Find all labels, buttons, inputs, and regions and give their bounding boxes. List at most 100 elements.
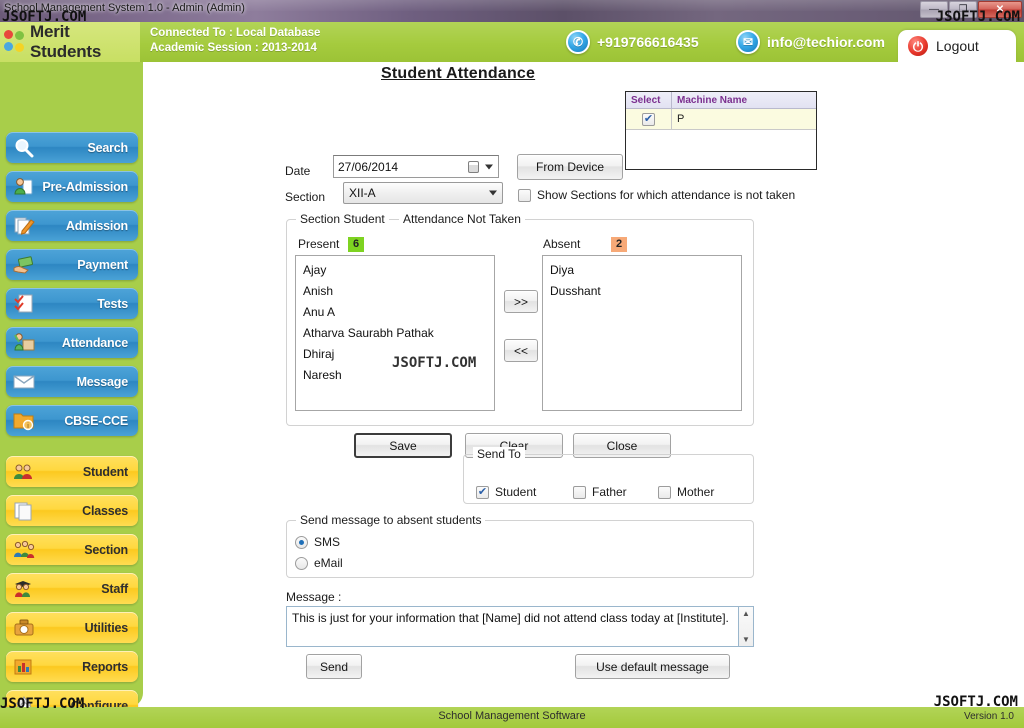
date-picker[interactable] — [333, 155, 499, 178]
group-icon — [11, 537, 37, 562]
show-sections-checkbox-row[interactable]: Show Sections for which attendance is no… — [518, 188, 795, 202]
sidebar-item-search[interactable]: Search — [6, 132, 138, 163]
checklist-icon — [11, 291, 37, 316]
date-label: Date — [285, 164, 311, 178]
sidebar-item-staff[interactable]: Staff — [6, 573, 138, 604]
sidebar-item-label: Section — [84, 542, 128, 557]
sms-radio-row[interactable]: SMS — [295, 535, 340, 549]
send-to-father-checkbox[interactable] — [573, 485, 586, 499]
present-label: Present — [298, 237, 340, 251]
sidebar-nav: Search Pre-Admission Admission Payment T… — [6, 132, 138, 728]
send-to-group-title: Send To — [473, 447, 525, 461]
sidebar-item-reports[interactable]: Reports — [6, 651, 138, 682]
send-to-mother-checkbox[interactable] — [658, 485, 671, 499]
send-to-student-checkbox[interactable]: ✔ — [476, 485, 489, 499]
scroll-up-icon[interactable]: ▲ — [742, 609, 750, 618]
sidebar-item-message[interactable]: Message — [6, 366, 138, 397]
send-to-mother-row[interactable]: Mother — [658, 485, 714, 499]
folder-info-icon: i — [11, 408, 37, 433]
contact-phone[interactable]: ✆ +919766616435 — [566, 30, 699, 54]
academic-session-text: Academic Session : 2013-2014 — [150, 42, 317, 54]
sidebar-item-classes[interactable]: Classes — [6, 495, 138, 526]
staff-icon — [11, 576, 37, 601]
absent-label: Absent — [543, 237, 581, 251]
application-window: School Management System 1.0 - Admin (Ad… — [0, 0, 1024, 728]
table-row[interactable]: ✔ P — [626, 109, 816, 130]
send-button[interactable]: Send — [306, 654, 362, 679]
sidebar-item-section[interactable]: Section — [6, 534, 138, 565]
logout-button[interactable]: ⏻ Logout — [898, 30, 1016, 62]
section-select[interactable]: XII-A — [343, 182, 503, 204]
email-radio-row[interactable]: eMail — [295, 556, 343, 570]
list-item[interactable]: Anu A — [296, 302, 494, 323]
logout-label: Logout — [936, 38, 979, 54]
envelope-icon — [11, 369, 37, 394]
students-icon — [11, 459, 37, 484]
machine-grid: Select Machine Name ✔ P — [625, 91, 817, 170]
phone-icon: ✆ — [566, 30, 590, 54]
sidebar-item-label: Payment — [77, 257, 128, 272]
logo-dots-icon — [4, 30, 26, 54]
sidebar-item-label: Pre-Admission — [42, 179, 128, 194]
scroll-down-icon[interactable]: ▼ — [742, 635, 750, 644]
chevron-down-icon[interactable] — [485, 164, 493, 169]
sidebar-item-tests[interactable]: Tests — [6, 288, 138, 319]
calendar-icon — [468, 160, 479, 173]
logo-text: Merit Students — [30, 22, 102, 61]
list-item[interactable]: Dusshant — [543, 281, 741, 302]
sidebar-item-student[interactable]: Student — [6, 456, 138, 487]
list-item[interactable]: Naresh — [296, 365, 494, 386]
document-pencil-icon — [11, 213, 37, 238]
use-default-message-button[interactable]: Use default message — [575, 654, 730, 679]
sidebar-item-label: Classes — [82, 503, 128, 518]
sidebar: Search Pre-Admission Admission Payment T… — [0, 62, 143, 721]
message-scrollbar[interactable]: ▲ ▼ — [739, 606, 754, 647]
sidebar-item-payment[interactable]: Payment — [6, 249, 138, 280]
sidebar-item-attendance[interactable]: Attendance — [6, 327, 138, 358]
column-header-select: Select — [626, 92, 672, 108]
section-student-group-title: Section Student — [296, 212, 389, 226]
email-address: info@techior.com — [767, 34, 885, 50]
sidebar-item-admission[interactable]: Admission — [6, 210, 138, 241]
show-sections-label: Show Sections for which attendance is no… — [537, 188, 796, 202]
sidebar-item-label: Attendance — [61, 335, 128, 350]
list-item[interactable]: Dhiraj — [296, 344, 494, 365]
list-item[interactable]: Ajay — [296, 260, 494, 281]
minimize-button[interactable]: — — [920, 1, 948, 18]
sidebar-item-pre-admission[interactable]: Pre-Admission — [6, 171, 138, 202]
from-device-button[interactable]: From Device — [517, 154, 623, 180]
send-to-student-label: Student — [495, 485, 537, 499]
maximize-button[interactable]: ❐ — [949, 1, 977, 18]
show-sections-checkbox[interactable] — [518, 188, 531, 202]
list-item[interactable]: Anish — [296, 281, 494, 302]
present-students-list[interactable]: Ajay Anish Anu A Atharva Saurabh Pathak … — [295, 255, 495, 411]
sidebar-item-label: Message — [76, 374, 129, 389]
sidebar-item-label: Search — [87, 140, 129, 155]
pages-icon — [11, 498, 37, 523]
save-button[interactable]: Save — [354, 433, 452, 458]
send-to-student-row[interactable]: ✔ Student — [476, 485, 536, 499]
sidebar-item-cbse-cce[interactable]: i CBSE-CCE — [6, 405, 138, 436]
move-to-present-button[interactable]: << — [504, 339, 538, 362]
sms-radio[interactable] — [295, 535, 308, 549]
sidebar-item-label: Staff — [101, 581, 128, 596]
send-message-group-title: Send message to absent students — [296, 513, 486, 527]
list-item[interactable]: Diya — [543, 260, 741, 281]
absent-count-badge: 2 — [611, 237, 628, 252]
sidebar-item-label: Utilities — [84, 620, 129, 635]
move-to-absent-button[interactable]: >> — [504, 290, 538, 313]
machine-select-cell[interactable]: ✔ — [626, 109, 672, 129]
machine-select-checkbox[interactable]: ✔ — [642, 112, 655, 126]
power-icon: ⏻ — [908, 36, 928, 56]
email-radio[interactable] — [295, 556, 308, 570]
section-dropdown[interactable]: XII-A — [343, 182, 503, 204]
contact-email[interactable]: ✉ info@techior.com — [736, 30, 885, 54]
app-logo: Merit Students — [0, 22, 140, 62]
send-to-father-row[interactable]: Father — [573, 485, 627, 499]
list-item[interactable]: Atharva Saurabh Pathak — [296, 323, 494, 344]
absent-students-list[interactable]: Diya Dusshant — [542, 255, 742, 411]
message-textarea[interactable] — [286, 606, 739, 647]
sidebar-item-utilities[interactable]: Utilities — [6, 612, 138, 643]
close-button[interactable]: ✕ — [978, 1, 1022, 18]
person-form-icon — [11, 174, 37, 199]
